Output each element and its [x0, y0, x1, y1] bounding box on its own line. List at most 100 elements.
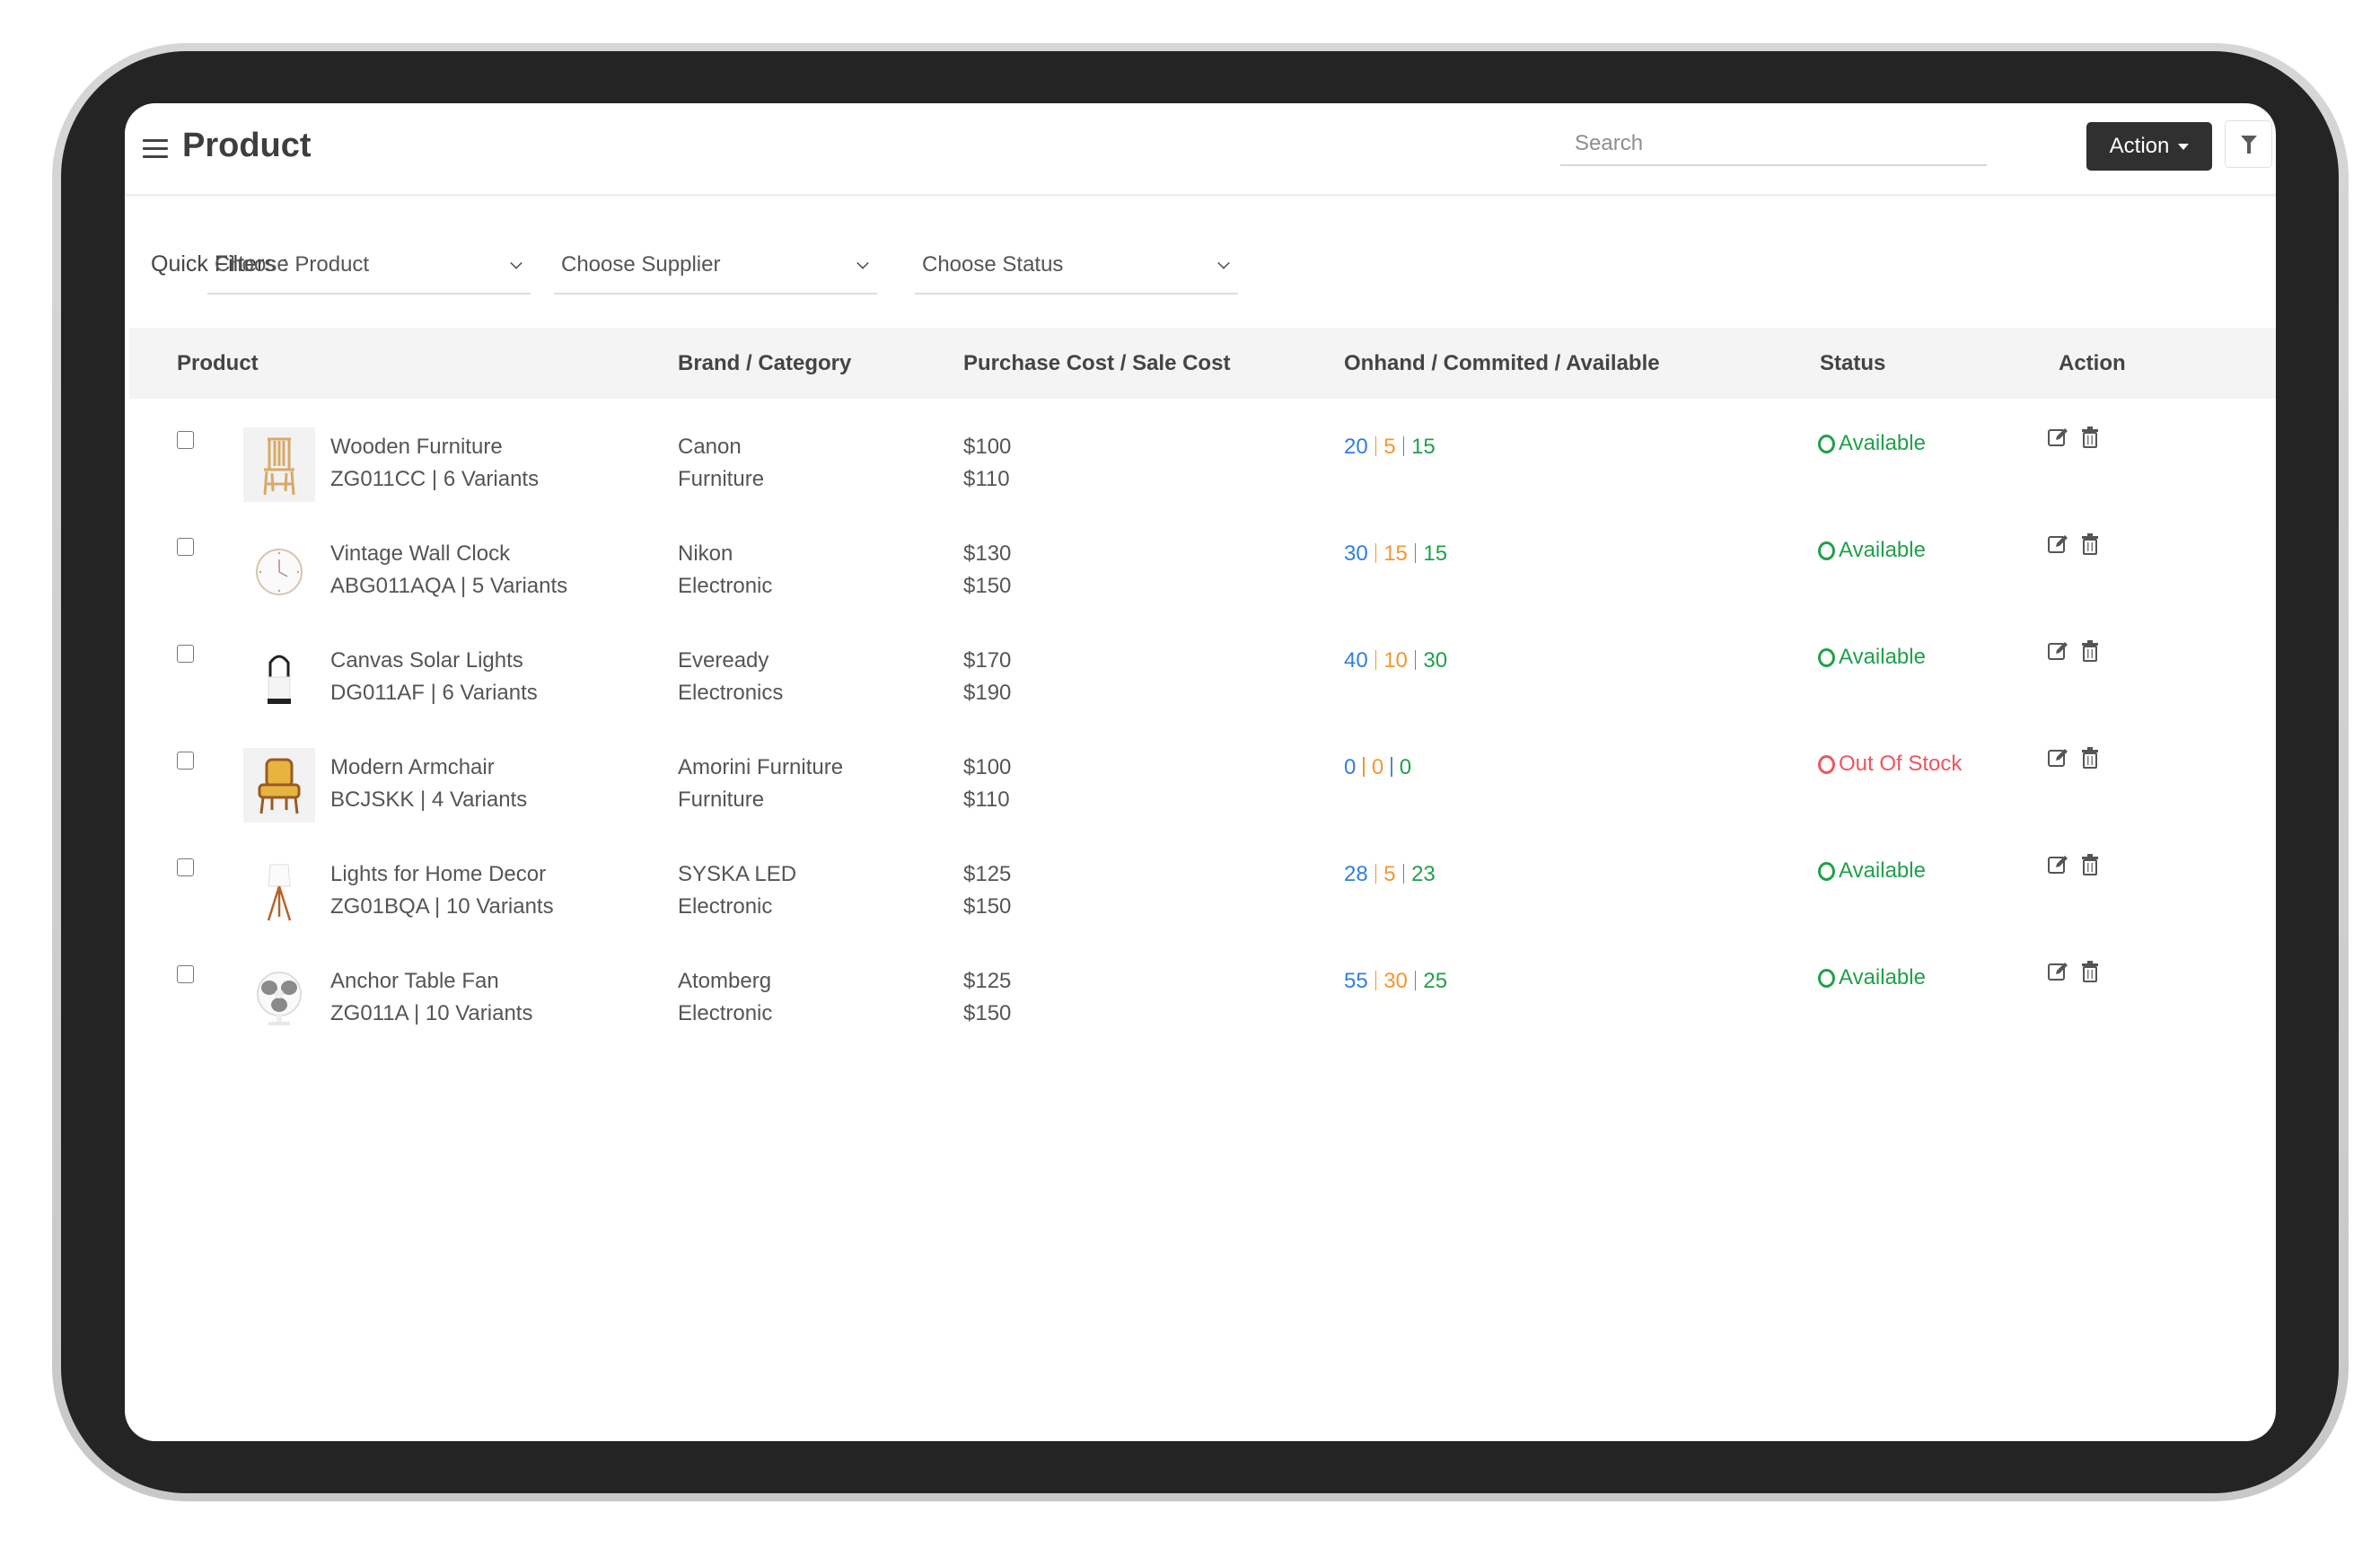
row-checkbox[interactable]	[177, 538, 194, 556]
column-header-brand-category[interactable]: Brand / Category	[678, 351, 851, 376]
column-header-stock[interactable]: Onhand / Commited / Available	[1344, 351, 1660, 376]
app-screen: Product Action Quick Filters : Choose Pr…	[125, 103, 2276, 1441]
committed-qty: 10	[1383, 648, 1408, 673]
delete-trash-icon[interactable]	[2081, 961, 2099, 987]
chevron-down-icon	[510, 257, 523, 269]
product-sku-variants: BCJSKK | 4 Variants	[330, 787, 528, 812]
edit-icon[interactable]	[2047, 533, 2068, 559]
action-dropdown-button[interactable]: Action	[2086, 122, 2212, 171]
delete-trash-icon[interactable]	[2081, 747, 2099, 773]
brand: Nikon	[678, 541, 733, 566]
delete-trash-icon[interactable]	[2081, 533, 2099, 559]
row-checkbox[interactable]	[177, 752, 194, 770]
category: Furniture	[678, 787, 765, 812]
available-qty: 15	[1423, 541, 1448, 566]
search-input[interactable]	[1560, 123, 1987, 166]
product-name[interactable]: Canvas Solar Lights	[330, 645, 538, 677]
edit-icon[interactable]	[2047, 961, 2068, 987]
status-text: Available	[1839, 858, 1926, 883]
sale-cost: $110	[963, 787, 1010, 812]
table-row: Anchor Table Fan ZG011A | 10 Variants At…	[125, 961, 2276, 1072]
column-header-cost[interactable]: Purchase Cost / Sale Cost	[963, 351, 1230, 376]
product-sku-variants: ZG01BQA | 10 Variants	[330, 894, 554, 919]
committed-qty: 30	[1383, 969, 1408, 993]
purchase-cost: $130	[963, 541, 1012, 566]
divider	[1374, 971, 1377, 990]
column-header-product[interactable]: Product	[177, 351, 259, 376]
brand-category-cell: Canon Furniture	[678, 431, 764, 496]
status-badge: Out Of Stock	[1818, 748, 1962, 780]
row-checkbox[interactable]	[177, 645, 194, 663]
product-name[interactable]: Lights for Home Decor	[330, 858, 554, 891]
chair-image	[243, 427, 315, 502]
onhand-qty: 55	[1344, 969, 1368, 993]
status-text: Available	[1839, 965, 1926, 990]
onhand-qty: 40	[1344, 648, 1368, 673]
table-row: Modern Armchair BCJSKK | 4 Variants Amor…	[125, 747, 2276, 858]
caret-down-icon	[2178, 143, 2190, 150]
status-circle-icon	[1818, 541, 1835, 560]
onhand-qty: 30	[1344, 541, 1368, 566]
product-name[interactable]: Wooden Furniture	[330, 431, 539, 463]
row-actions	[2047, 640, 2099, 666]
choose-product-select[interactable]: Choose Product	[207, 236, 531, 295]
status-circle-icon	[1818, 968, 1835, 988]
category: Electronics	[678, 681, 784, 705]
delete-trash-icon[interactable]	[2081, 427, 2099, 453]
edit-icon[interactable]	[2047, 640, 2068, 666]
committed-qty: 5	[1383, 862, 1396, 886]
stock-cell: 000	[1344, 752, 1411, 784]
category: Electronic	[678, 574, 773, 598]
filter-button[interactable]	[2225, 120, 2272, 168]
divider	[1402, 436, 1405, 456]
choose-supplier-select[interactable]: Choose Supplier	[554, 236, 877, 295]
cost-cell: $170 $190	[963, 645, 1011, 709]
clock-image	[243, 534, 315, 609]
status-text: Out Of Stock	[1839, 752, 1963, 776]
divider	[1414, 543, 1417, 563]
product-cell: Wooden Furniture ZG011CC | 6 Variants	[330, 431, 539, 496]
column-header-status[interactable]: Status	[1820, 351, 1885, 376]
product-sku-variants: ZG011A | 10 Variants	[330, 1001, 533, 1025]
product-name[interactable]: Anchor Table Fan	[330, 965, 532, 998]
table-row: Vintage Wall Clock ABG011AQA | 5 Variant…	[125, 533, 2276, 645]
cost-cell: $100 $110	[963, 752, 1011, 816]
edit-icon[interactable]	[2047, 427, 2068, 453]
sale-cost: $150	[963, 574, 1012, 598]
committed-qty: 15	[1383, 541, 1408, 566]
brand: Amorini Furniture	[678, 755, 844, 779]
brand-category-cell: Atomberg Electronic	[678, 965, 772, 1030]
row-actions	[2047, 427, 2099, 453]
stock-cell: 28 5 23	[1344, 858, 1436, 891]
row-checkbox[interactable]	[177, 431, 194, 449]
divider	[1374, 543, 1377, 563]
choose-status-select[interactable]: Choose Status	[915, 236, 1238, 295]
divider	[1402, 864, 1405, 884]
brand-category-cell: Eveready Electronics	[678, 645, 783, 709]
product-name[interactable]: Modern Armchair	[330, 752, 527, 784]
delete-trash-icon[interactable]	[2081, 854, 2099, 880]
edit-icon[interactable]	[2047, 747, 2068, 773]
delete-trash-icon[interactable]	[2081, 640, 2099, 666]
select-value: Choose Product	[215, 252, 370, 277]
row-actions	[2047, 533, 2099, 559]
hamburger-menu-icon[interactable]	[143, 139, 168, 159]
product-cell: Vintage Wall Clock ABG011AQA | 5 Variant…	[330, 538, 567, 603]
available-qty: 15	[1411, 435, 1436, 459]
stock-cell: 30 15 15	[1344, 538, 1447, 570]
row-checkbox[interactable]	[177, 965, 194, 983]
status-text: Available	[1839, 431, 1926, 455]
row-actions	[2047, 961, 2099, 987]
status-circle-icon	[1818, 754, 1835, 774]
stock-cell: 20 5 15	[1344, 431, 1436, 463]
brand: Canon	[678, 435, 742, 459]
purchase-cost: $100	[963, 755, 1012, 779]
cost-cell: $125 $150	[963, 858, 1011, 923]
purchase-cost: $125	[963, 969, 1012, 993]
edit-icon[interactable]	[2047, 854, 2068, 880]
row-checkbox[interactable]	[177, 858, 194, 876]
category: Furniture	[678, 467, 765, 491]
armchair-image	[243, 748, 315, 822]
product-sku-variants: ZG011CC | 6 Variants	[330, 467, 540, 491]
product-name[interactable]: Vintage Wall Clock	[330, 538, 567, 570]
